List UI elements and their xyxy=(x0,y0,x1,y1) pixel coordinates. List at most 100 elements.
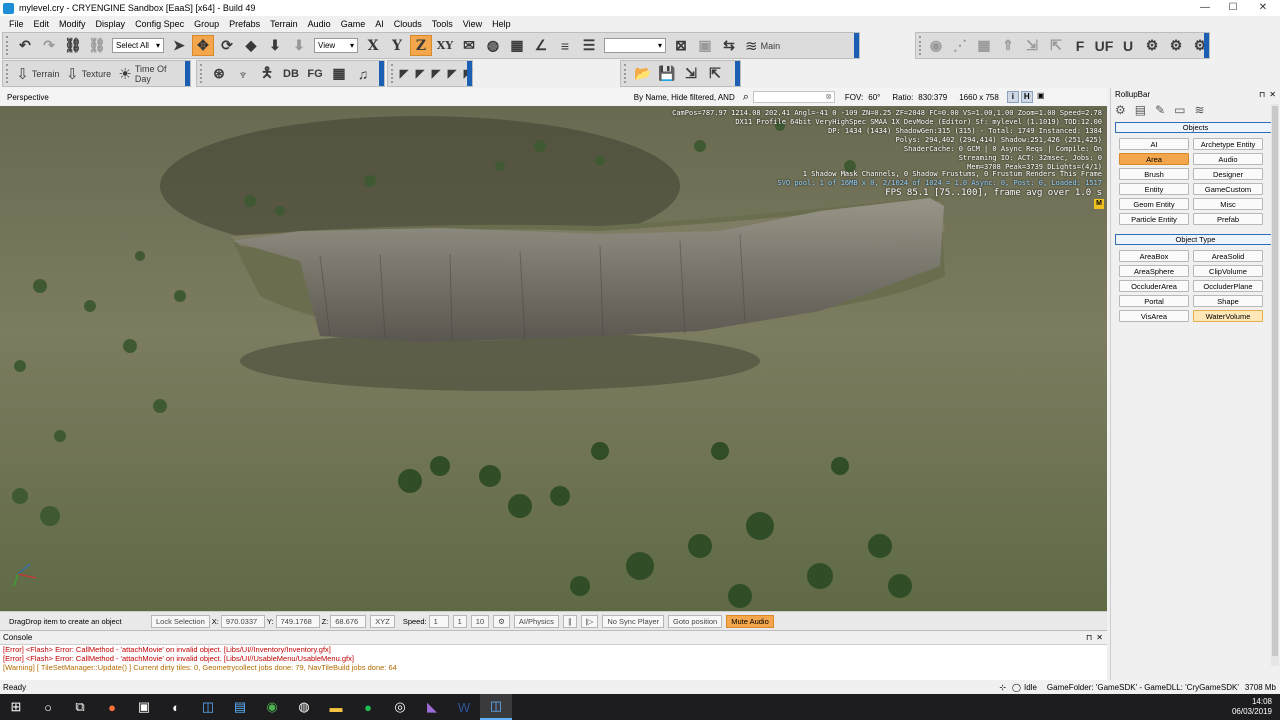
close-rollup-icon[interactable]: ✕ xyxy=(1269,90,1276,99)
align-icon[interactable]: ≡ xyxy=(554,35,576,56)
physics-toggle-icon[interactable]: ⚙ xyxy=(493,614,510,628)
obs-icon[interactable]: ◎ xyxy=(384,694,416,720)
viewport-search-input[interactable]: ⊗ xyxy=(752,91,835,103)
layers-tab-icon[interactable]: ≋ xyxy=(1195,103,1205,117)
axis-x-button[interactable]: X xyxy=(362,35,384,56)
x-coordinate-field[interactable]: 970.0337 xyxy=(220,614,265,628)
menu-modify[interactable]: Modify xyxy=(54,19,91,29)
z-coordinate-field[interactable]: 68.676 xyxy=(330,614,367,628)
select-terrain-icon[interactable]: ⬇ xyxy=(264,35,286,56)
close-button[interactable]: ✕ xyxy=(1246,0,1280,16)
menu-help[interactable]: Help xyxy=(487,19,516,29)
menu-group[interactable]: Group xyxy=(189,19,224,29)
speed-10-button[interactable]: 10 xyxy=(470,614,490,628)
rollup-scrollbar[interactable] xyxy=(1271,104,1279,666)
pause-icon[interactable]: ∥ xyxy=(562,614,577,628)
maximize-button[interactable]: ☐ xyxy=(1216,0,1250,16)
undo-icon[interactable]: ↶ xyxy=(14,35,36,56)
menu-audio[interactable]: Audio xyxy=(303,19,336,29)
reference-coordinate-dropdown[interactable]: View ▾ xyxy=(314,38,358,53)
search-icon[interactable]: ○ xyxy=(32,694,64,720)
menu-display[interactable]: Display xyxy=(91,19,131,29)
visual-studio-icon[interactable]: ◣ xyxy=(416,694,448,720)
mute-audio-button[interactable]: Mute Audio xyxy=(726,614,774,628)
brush-2-icon[interactable]: ◤ xyxy=(413,63,427,84)
flowgraph-button[interactable]: FG xyxy=(304,63,326,84)
close-console-icon[interactable]: ✕ xyxy=(1096,633,1103,642)
selection-mask-dropdown[interactable]: Select All ▾ xyxy=(112,38,164,53)
menu-file[interactable]: File xyxy=(4,19,29,29)
grid-snap-icon[interactable]: ▦ xyxy=(506,35,528,56)
settings-icon[interactable]: ⚙ xyxy=(1165,35,1187,56)
viewport-mode-label[interactable]: Perspective xyxy=(7,93,49,102)
3d-viewport[interactable]: CamPos=787.97 1214.08 202.41 Angl=-41 0 … xyxy=(0,106,1107,611)
step-icon[interactable]: |▷ xyxy=(580,614,599,628)
menu-view[interactable]: View xyxy=(458,19,487,29)
save-icon[interactable]: 💾 xyxy=(656,63,678,84)
xyz-toggle[interactable]: XYZ xyxy=(370,614,395,628)
menu-tools[interactable]: Tools xyxy=(427,19,458,29)
gamecustom-button[interactable]: GameCustom xyxy=(1193,183,1263,195)
ai-button[interactable]: AI xyxy=(1119,138,1189,150)
lifebuoy-icon[interactable]: ⊛ xyxy=(208,63,230,84)
unreal-icon[interactable]: ◍ xyxy=(288,694,320,720)
menu-config-spec[interactable]: Config Spec xyxy=(130,19,189,29)
shape-button[interactable]: Shape xyxy=(1193,295,1263,307)
file-explorer-icon[interactable]: ▬ xyxy=(320,694,352,720)
audio-button[interactable]: Audio xyxy=(1193,153,1263,165)
menu-ai[interactable]: AI xyxy=(370,19,389,29)
no-sync-player-button[interactable]: No Sync Player xyxy=(602,614,665,628)
objects-section-header[interactable]: Objects xyxy=(1115,122,1276,133)
brush-4-icon[interactable]: ◤ xyxy=(445,63,459,84)
axis-y-button[interactable]: Y xyxy=(386,35,408,56)
designer-button[interactable]: Designer xyxy=(1193,168,1263,180)
word-icon[interactable]: W xyxy=(448,694,480,720)
time-of-day-button[interactable]: ☀ Time Of Day xyxy=(115,63,186,84)
export-icon[interactable]: ⇱ xyxy=(704,63,726,84)
object-type-section-header[interactable]: Object Type xyxy=(1115,234,1276,245)
portal-button[interactable]: Portal xyxy=(1119,295,1189,307)
pin-icon[interactable]: ⊓ xyxy=(1259,90,1265,99)
occluderarea-button[interactable]: OccluderArea xyxy=(1119,280,1189,292)
firefox-icon[interactable]: ● xyxy=(96,694,128,720)
clipvolume-button[interactable]: ClipVolume xyxy=(1193,265,1263,277)
ai-physics-button[interactable]: AI/Physics xyxy=(513,614,559,628)
brush-button[interactable]: Brush xyxy=(1119,168,1189,180)
visarea-button[interactable]: VisArea xyxy=(1119,310,1189,322)
cover-icon[interactable]: ⇑ xyxy=(997,35,1019,56)
flowgraph-icon[interactable]: F xyxy=(1069,35,1091,56)
geom-entity-button[interactable]: Geom Entity xyxy=(1119,198,1189,210)
speed-input[interactable]: 1 xyxy=(428,614,449,628)
info-toggle-button[interactable]: i xyxy=(1006,91,1019,103)
pin-icon[interactable]: ⊓ xyxy=(1086,633,1092,642)
y-coordinate-field[interactable]: 749.1768 xyxy=(275,614,320,628)
angle-snap-icon[interactable]: ∠ xyxy=(530,35,552,56)
ai-generate-icon[interactable]: ⇱ xyxy=(1045,35,1067,56)
layer-dropdown[interactable]: ▾ xyxy=(604,38,666,53)
unlink-icon[interactable]: ⛓ xyxy=(86,35,108,56)
import-icon[interactable]: ⇲ xyxy=(680,63,702,84)
edit-tab-icon[interactable]: ✎ xyxy=(1155,103,1165,117)
menu-game[interactable]: Game xyxy=(336,19,371,29)
cryengine-launcher-icon[interactable]: ◫ xyxy=(192,694,224,720)
cryengine-icon[interactable]: ▤ xyxy=(224,694,256,720)
scale-icon[interactable]: ◆ xyxy=(240,35,262,56)
track-view-icon[interactable]: ▦ xyxy=(328,63,350,84)
menu-clouds[interactable]: Clouds xyxy=(389,19,427,29)
rotate-terrain-icon[interactable]: ⬇ xyxy=(288,35,310,56)
snap-to-objects-icon[interactable]: ◍ xyxy=(482,35,504,56)
move-icon[interactable]: ✥ xyxy=(192,35,214,56)
brush-3-icon[interactable]: ◤ xyxy=(429,63,443,84)
helpers-toggle-button[interactable]: H xyxy=(1020,91,1033,103)
occluderplane-button[interactable]: OccluderPlane xyxy=(1193,280,1263,292)
redo-icon[interactable]: ↷ xyxy=(38,35,60,56)
modify-tab-icon[interactable]: ▤ xyxy=(1135,103,1146,117)
maximize-viewport-icon[interactable]: ▣ xyxy=(1035,91,1047,103)
prefab-button[interactable]: Prefab xyxy=(1193,213,1263,225)
material-icon[interactable]: ⊠ xyxy=(670,35,692,56)
chrome-icon[interactable]: ◉ xyxy=(256,694,288,720)
areasolid-button[interactable]: AreaSolid xyxy=(1193,250,1263,262)
reload-icon[interactable]: ⇆ xyxy=(718,35,740,56)
clock[interactable]: 14:08 06/03/2019 xyxy=(1232,697,1272,717)
cryengine-sandbox-icon[interactable]: ◫ xyxy=(480,694,512,720)
